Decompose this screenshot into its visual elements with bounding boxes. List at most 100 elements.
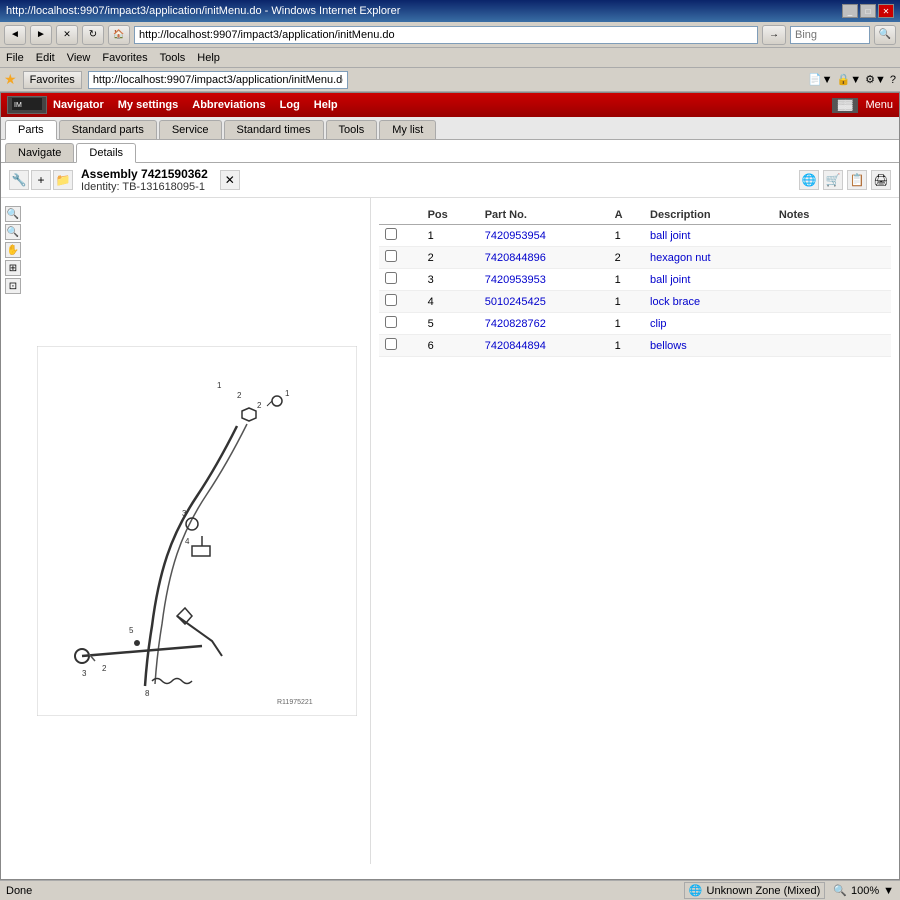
browser-title-bar: http://localhost:9907/impact3/applicatio…	[0, 0, 900, 22]
part-desc-link[interactable]: ball joint	[650, 274, 690, 286]
sub-tab-navigate[interactable]: Navigate	[5, 143, 74, 162]
zoom-fit-button[interactable]: ⊞	[5, 260, 21, 276]
cart-icon[interactable]: 🛒	[823, 170, 843, 190]
table-row: 3 7420953953 1 ball joint	[379, 269, 891, 291]
folder-icon[interactable]: 📁	[53, 170, 73, 190]
zoom-out-button[interactable]: 🔍	[5, 224, 21, 240]
col-header-pos: Pos	[422, 206, 479, 225]
tab-my-list[interactable]: My list	[379, 120, 436, 139]
main-content: 🔍 🔍 ✋ ⊞ ⊡ 1 2	[1, 198, 899, 864]
row-part-no[interactable]: 7420844896	[479, 247, 609, 269]
part-desc-link[interactable]: clip	[650, 318, 667, 330]
title-buttons: _ □ ✕	[842, 4, 894, 18]
row-part-no[interactable]: 7420953953	[479, 269, 609, 291]
svg-text:5: 5	[129, 626, 134, 635]
row-extra2	[870, 313, 891, 335]
favorites-url-input[interactable]	[88, 71, 348, 89]
row-desc[interactable]: lock brace	[644, 291, 773, 313]
refresh-button[interactable]: ↻	[82, 25, 104, 45]
row-checkbox[interactable]	[385, 338, 397, 350]
row-part-no[interactable]: 7420953954	[479, 225, 609, 247]
part-desc-link[interactable]: hexagon nut	[650, 252, 711, 264]
globe-icon[interactable]: 🌐	[799, 170, 819, 190]
nav-navigator[interactable]: Navigator	[53, 99, 104, 111]
sub-tab-details[interactable]: Details	[76, 143, 136, 163]
row-checkbox[interactable]	[385, 250, 397, 262]
nav-my-settings[interactable]: My settings	[118, 99, 179, 111]
forward-button[interactable]: ►	[30, 25, 52, 45]
tools-icon[interactable]: ⚙▼	[865, 73, 886, 86]
row-notes	[773, 335, 849, 357]
tab-tools[interactable]: Tools	[326, 120, 378, 139]
row-checkbox[interactable]	[385, 272, 397, 284]
assembly-info: 🔧 + 📁 Assembly 7421590362 Identity: TB-1…	[1, 163, 899, 198]
address-bar[interactable]	[134, 26, 758, 44]
print-icon[interactable]: 🖨	[871, 170, 891, 190]
part-desc-link[interactable]: lock brace	[650, 296, 700, 308]
row-part-no[interactable]: 7420828762	[479, 313, 609, 335]
menu-bar: File Edit View Favorites Tools Help	[0, 48, 900, 68]
help-icon[interactable]: ?	[890, 74, 896, 86]
minimize-button[interactable]: _	[842, 4, 858, 18]
copy-icon[interactable]: 📋	[847, 170, 867, 190]
favorites-button[interactable]: Favorites	[23, 71, 82, 89]
bing-search-input[interactable]	[790, 26, 870, 44]
row-checkbox[interactable]	[385, 228, 397, 240]
row-qty: 2	[609, 247, 644, 269]
row-extra2	[870, 291, 891, 313]
part-number-link[interactable]: 5010245425	[485, 296, 546, 308]
restore-button[interactable]: □	[860, 4, 876, 18]
favorites-bar: ★ Favorites 📄▼ 🔒▼ ⚙▼ ?	[0, 68, 900, 92]
go-button[interactable]: →	[762, 25, 786, 45]
part-number-link[interactable]: 7420953953	[485, 274, 546, 286]
toolbar-icons: 🌐 🛒 📋 🖨	[799, 170, 891, 190]
stop-button[interactable]: ✕	[56, 25, 78, 45]
diagram-area: 1 2 3	[23, 198, 370, 864]
row-part-no[interactable]: 5010245425	[479, 291, 609, 313]
row-part-no[interactable]: 7420844894	[479, 335, 609, 357]
tools-menu[interactable]: Tools	[160, 52, 186, 64]
help-menu[interactable]: Help	[197, 52, 220, 64]
part-desc-link[interactable]: bellows	[650, 340, 687, 352]
row-desc[interactable]: ball joint	[644, 269, 773, 291]
nav-abbreviations[interactable]: Abbreviations	[192, 99, 265, 111]
zoom-arrow[interactable]: ▼	[883, 885, 894, 897]
close-button[interactable]: ✕	[878, 4, 894, 18]
delete-icon[interactable]: ✕	[220, 170, 240, 190]
row-checkbox[interactable]	[385, 294, 397, 306]
back-button[interactable]: ◄	[4, 25, 26, 45]
plus-icon[interactable]: +	[31, 170, 51, 190]
row-checkbox[interactable]	[385, 316, 397, 328]
zoom-select-button[interactable]: ⊡	[5, 278, 21, 294]
tab-standard-parts[interactable]: Standard parts	[59, 120, 157, 139]
part-number-link[interactable]: 7420844896	[485, 252, 546, 264]
row-desc[interactable]: bellows	[644, 335, 773, 357]
row-desc[interactable]: hexagon nut	[644, 247, 773, 269]
view-menu[interactable]: View	[67, 52, 91, 64]
bing-search-button[interactable]: 🔍	[874, 25, 896, 45]
wrench-icon[interactable]: 🔧	[9, 170, 29, 190]
part-number-link[interactable]: 7420953954	[485, 230, 546, 242]
page-tools-icon[interactable]: 📄▼	[808, 73, 833, 86]
row-extra2	[870, 247, 891, 269]
row-desc[interactable]: clip	[644, 313, 773, 335]
favorites-menu[interactable]: Favorites	[102, 52, 147, 64]
row-extra2	[870, 335, 891, 357]
home-button[interactable]: 🏠	[108, 25, 130, 45]
tab-parts[interactable]: Parts	[5, 120, 57, 140]
row-desc[interactable]: ball joint	[644, 225, 773, 247]
part-number-link[interactable]: 7420844894	[485, 340, 546, 352]
zoom-in-button[interactable]: 🔍	[5, 206, 21, 222]
tab-service[interactable]: Service	[159, 120, 222, 139]
file-menu[interactable]: File	[6, 52, 24, 64]
nav-log[interactable]: Log	[280, 99, 300, 111]
svg-text:R11975221: R11975221	[277, 699, 313, 706]
zoom-pan-button[interactable]: ✋	[5, 242, 21, 258]
col-header-extra1	[848, 206, 869, 225]
part-desc-link[interactable]: ball joint	[650, 230, 690, 242]
edit-menu[interactable]: Edit	[36, 52, 55, 64]
part-number-link[interactable]: 7420828762	[485, 318, 546, 330]
tab-standard-times[interactable]: Standard times	[224, 120, 324, 139]
nav-help[interactable]: Help	[314, 99, 338, 111]
safety-icon[interactable]: 🔒▼	[837, 73, 862, 86]
